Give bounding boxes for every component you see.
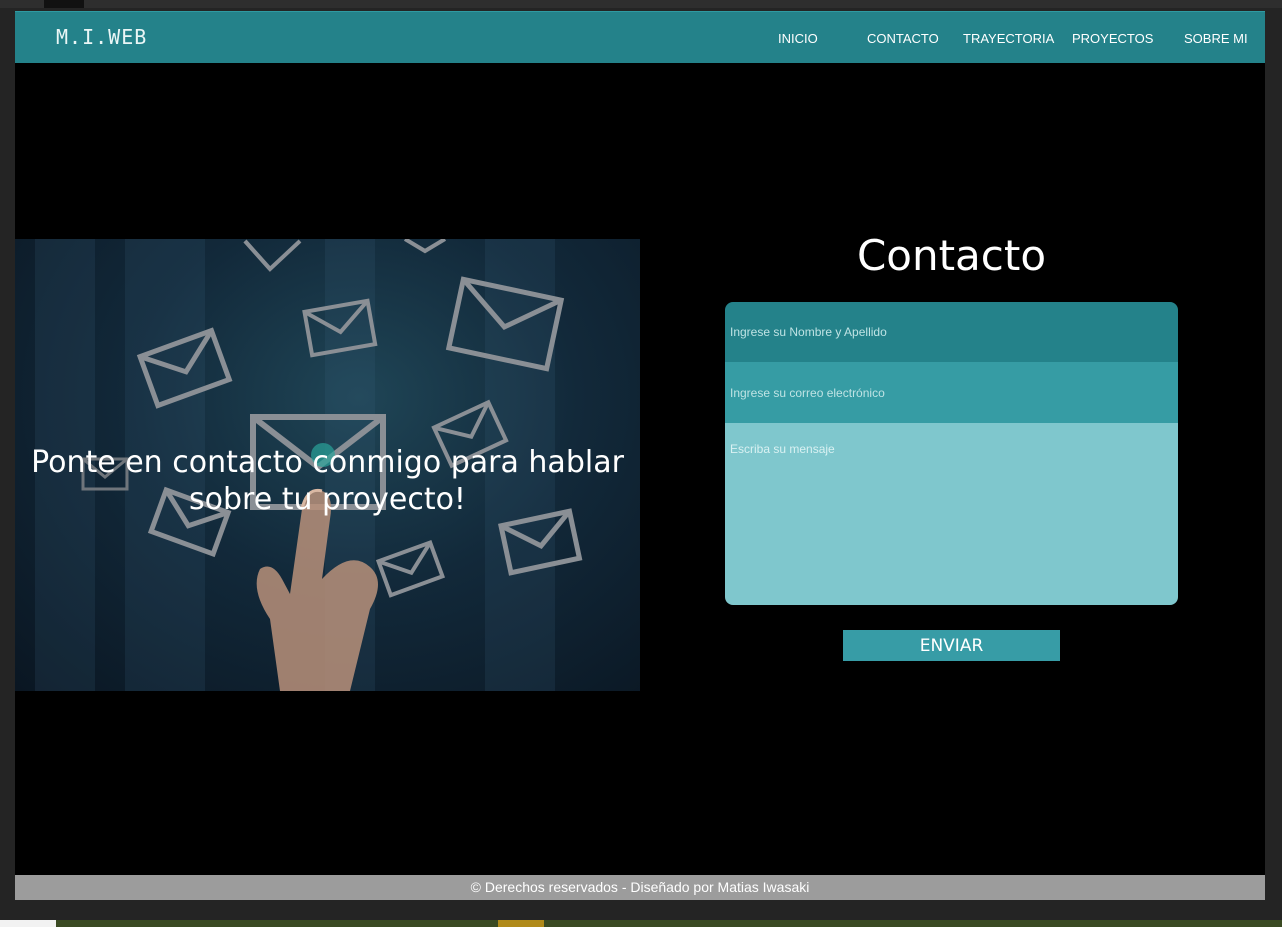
envelope-icon xyxy=(136,327,233,409)
site-logo[interactable]: M.I.WEB xyxy=(56,25,147,49)
contact-title: Contacto xyxy=(856,231,1047,280)
browser-tab-marker xyxy=(44,0,84,8)
page-viewport: M.I.WEB INICIO CONTACTO TRAYECTORIA PROY… xyxy=(15,11,1265,900)
send-button[interactable]: ENVIAR xyxy=(843,630,1060,661)
hero-headline-line: Ponte en contacto conmigo para hablar xyxy=(31,445,624,480)
envelope-icon xyxy=(445,276,565,372)
nav-item-proyectos[interactable]: PROYECTOS xyxy=(1072,31,1153,46)
browser-top-strip xyxy=(0,0,1282,8)
taskbar-segment xyxy=(498,920,544,927)
email-field[interactable] xyxy=(725,362,1178,423)
nav-item-sobre-mi[interactable]: SOBRE MI xyxy=(1184,31,1248,46)
hero-headline: Ponte en contacto conmigo para hablar so… xyxy=(15,444,640,518)
envelope-icon xyxy=(302,298,378,358)
name-field[interactable] xyxy=(725,302,1178,362)
nav-item-inicio[interactable]: INICIO xyxy=(778,31,818,46)
navbar: M.I.WEB INICIO CONTACTO TRAYECTORIA PROY… xyxy=(15,11,1265,63)
nav-item-trayectoria[interactable]: TRAYECTORIA xyxy=(963,31,1054,46)
contact-form xyxy=(725,302,1178,605)
message-field[interactable] xyxy=(725,423,1178,605)
nav-item-contacto[interactable]: CONTACTO xyxy=(867,31,939,46)
envelope-icon xyxy=(403,239,447,254)
footer: © Derechos reservados - Diseñado por Mat… xyxy=(15,875,1265,900)
taskbar-strip xyxy=(0,920,1282,927)
hero-image: Ponte en contacto conmigo para hablar so… xyxy=(15,239,640,691)
taskbar-segment xyxy=(0,920,56,927)
envelope-icon xyxy=(243,239,302,272)
hero-headline-line: sobre tu proyecto! xyxy=(189,482,466,517)
